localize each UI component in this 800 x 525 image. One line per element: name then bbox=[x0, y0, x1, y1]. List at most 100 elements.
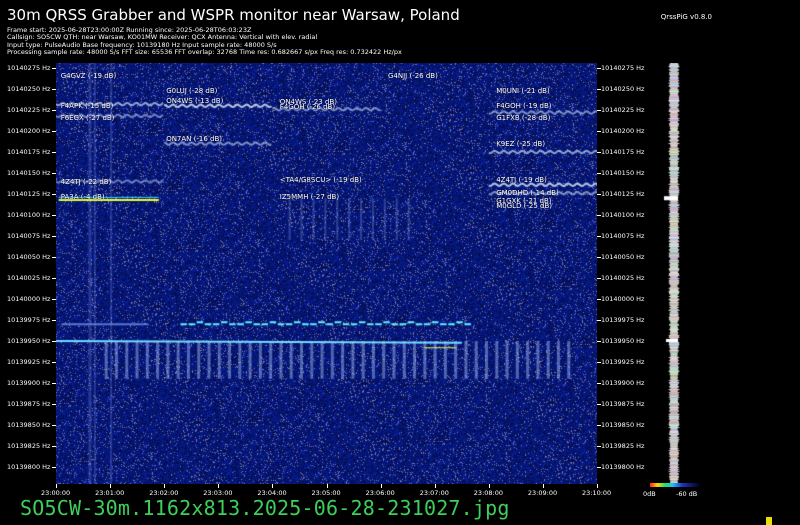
legend-label-0db: 0dB bbox=[643, 490, 656, 498]
freq-label-right: 10140225 Hz bbox=[601, 106, 645, 114]
freq-tick bbox=[597, 131, 601, 132]
spot-label: G4NJJ (-26 dB) bbox=[388, 72, 438, 81]
spot-label: F6EGX (-27 dB) bbox=[60, 114, 115, 123]
freq-label-left: 10140100 Hz bbox=[7, 211, 51, 219]
version-label: QrssPiG v0.8.0 bbox=[660, 13, 712, 21]
freq-tick bbox=[52, 215, 56, 216]
freq-tick bbox=[52, 110, 56, 111]
freq-label-right: 10139850 Hz bbox=[601, 421, 645, 429]
freq-tick bbox=[597, 257, 601, 258]
time-tick bbox=[56, 484, 57, 488]
freq-label-left: 10139850 Hz bbox=[7, 421, 51, 429]
spot-label: PA3A (-4 dB) bbox=[60, 193, 105, 202]
freq-label-right: 10140200 Hz bbox=[601, 127, 645, 135]
freq-label-right: 10140075 Hz bbox=[601, 232, 645, 240]
freq-label-left: 10139925 Hz bbox=[7, 358, 51, 366]
page-title: 30m QRSS Grabber and WSPR monitor near W… bbox=[7, 6, 460, 24]
freq-label-right: 10140050 Hz bbox=[601, 253, 645, 261]
time-label: 23:09:00 bbox=[527, 489, 558, 497]
time-tick bbox=[110, 484, 112, 488]
spot-label: <TA4/G8SCU> (-19 dB) bbox=[279, 175, 362, 184]
freq-label-right: 10139900 Hz bbox=[601, 379, 645, 387]
freq-tick bbox=[52, 425, 56, 426]
freq-tick bbox=[597, 152, 601, 153]
signal-profile bbox=[648, 63, 700, 484]
freq-label-right: 10140250 Hz bbox=[601, 85, 645, 93]
freq-tick bbox=[52, 320, 56, 321]
freq-label-right: 10140000 Hz bbox=[601, 295, 645, 303]
freq-label-right: 10139950 Hz bbox=[601, 337, 645, 345]
spot-label: 4Z4TJ (-19 dB) bbox=[496, 176, 547, 185]
freq-tick bbox=[597, 89, 601, 90]
spot-label: K9EZ (-25 dB) bbox=[496, 140, 546, 149]
freq-label-left: 10140150 Hz bbox=[7, 169, 51, 177]
filename-caption: SO5CW-30m.1162x813.2025-06-28-231027.jpg bbox=[20, 496, 510, 520]
freq-tick bbox=[597, 425, 601, 426]
spot-label: M0GLD (-25 dB) bbox=[496, 201, 553, 210]
time-tick bbox=[380, 484, 382, 488]
freq-tick bbox=[52, 446, 56, 447]
spot-label: ON7AN (-16 dB) bbox=[166, 135, 223, 144]
freq-tick bbox=[597, 467, 601, 468]
freq-label-left: 10139900 Hz bbox=[7, 379, 51, 387]
freq-label-left: 10140050 Hz bbox=[7, 253, 51, 261]
time-tick bbox=[164, 484, 166, 488]
freq-tick bbox=[597, 110, 601, 111]
freq-tick bbox=[52, 278, 56, 279]
time-tick bbox=[272, 484, 274, 488]
freq-label-right: 10140175 Hz bbox=[601, 148, 645, 156]
time-tick bbox=[597, 484, 598, 488]
legend-label-60db: -60 dB bbox=[676, 490, 698, 498]
freq-tick bbox=[52, 257, 56, 258]
freq-label-left: 10140200 Hz bbox=[7, 127, 51, 135]
spot-label: M0UNI (-21 dB) bbox=[496, 87, 550, 96]
freq-label-left: 10139875 Hz bbox=[7, 400, 51, 408]
freq-label-right: 10140275 Hz bbox=[601, 64, 645, 72]
freq-tick bbox=[52, 383, 56, 384]
time-label: 23:10:00 bbox=[582, 489, 612, 497]
freq-label-right: 10140025 Hz bbox=[601, 274, 645, 282]
freq-label-left: 10140250 Hz bbox=[7, 85, 51, 93]
freq-tick bbox=[52, 173, 56, 174]
spot-label: G0LUJ (-28 dB) bbox=[166, 86, 218, 95]
freq-tick bbox=[597, 194, 601, 195]
spot-label: F4APK (-15 dB) bbox=[60, 102, 114, 111]
freq-label-right: 10140125 Hz bbox=[601, 190, 645, 198]
spot-label: F4GOH (-26 dB) bbox=[279, 103, 336, 112]
freq-tick bbox=[52, 68, 56, 69]
corner-marker bbox=[766, 517, 772, 525]
freq-tick bbox=[597, 236, 601, 237]
freq-tick bbox=[597, 446, 601, 447]
freq-label-right: 10139800 Hz bbox=[601, 463, 645, 471]
info-line-processing: Processing sample rate: 48000 S/s FFT si… bbox=[7, 48, 402, 57]
freq-label-right: 10140100 Hz bbox=[601, 211, 645, 219]
freq-tick bbox=[597, 68, 601, 69]
freq-tick bbox=[597, 404, 601, 405]
freq-tick bbox=[52, 341, 56, 342]
freq-tick bbox=[597, 215, 601, 216]
freq-tick bbox=[52, 236, 56, 237]
time-tick bbox=[326, 484, 328, 488]
freq-label-left: 10140000 Hz bbox=[7, 295, 51, 303]
spot-label: G4GVZ (-19 dB) bbox=[60, 72, 117, 81]
freq-tick bbox=[597, 299, 601, 300]
freq-label-left: 10139800 Hz bbox=[7, 463, 51, 471]
freq-tick bbox=[52, 299, 56, 300]
freq-label-right: 10140150 Hz bbox=[601, 169, 645, 177]
freq-tick bbox=[597, 278, 601, 279]
freq-tick bbox=[52, 404, 56, 405]
freq-tick bbox=[52, 467, 56, 468]
freq-tick bbox=[52, 362, 56, 363]
freq-label-left: 10139975 Hz bbox=[7, 316, 51, 324]
time-tick bbox=[218, 484, 220, 488]
freq-label-right: 10139925 Hz bbox=[601, 358, 645, 366]
freq-tick bbox=[597, 173, 601, 174]
freq-label-right: 10139825 Hz bbox=[601, 442, 645, 450]
freq-label-left: 10140225 Hz bbox=[7, 106, 51, 114]
freq-tick bbox=[52, 152, 56, 153]
spot-label: ON4WS (-13 dB) bbox=[166, 97, 224, 106]
freq-label-left: 10140075 Hz bbox=[7, 232, 51, 240]
time-tick bbox=[542, 484, 544, 488]
freq-label-left: 10139950 Hz bbox=[7, 337, 51, 345]
freq-label-left: 10140275 Hz bbox=[7, 64, 51, 72]
